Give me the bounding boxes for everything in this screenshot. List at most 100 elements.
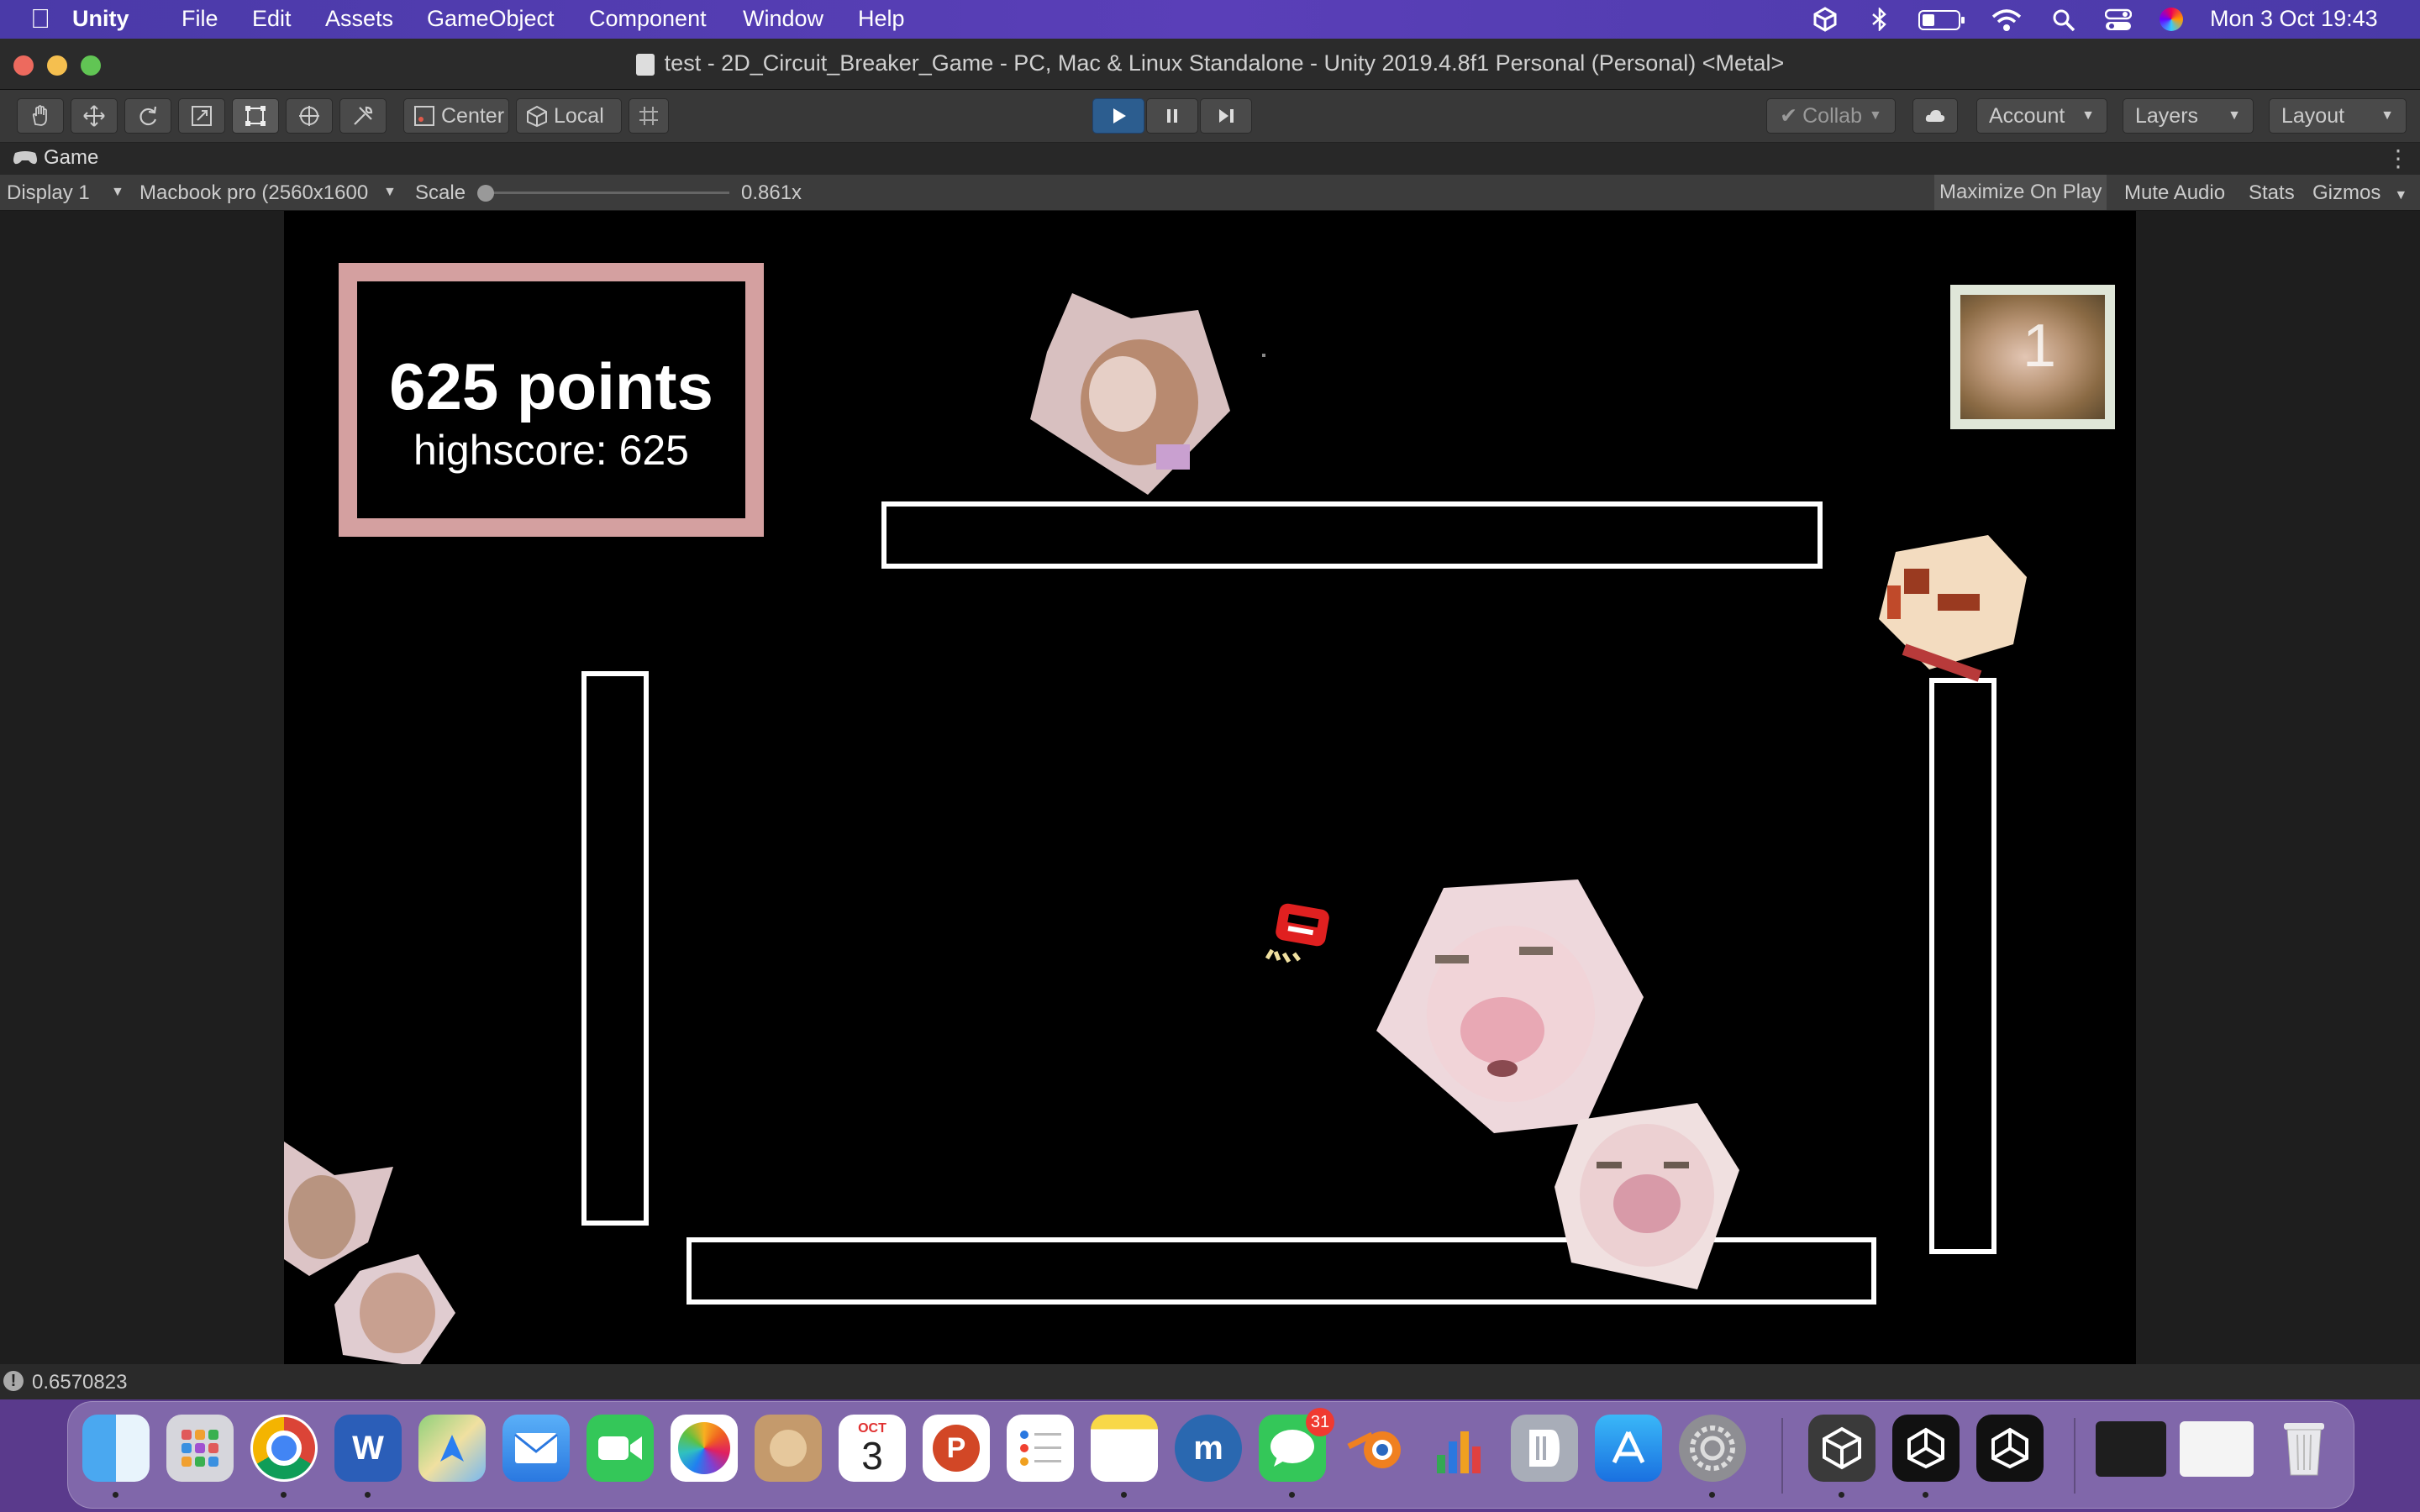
notes-icon[interactable] <box>1091 1415 1158 1482</box>
chrome-icon[interactable] <box>250 1415 318 1482</box>
hand-icon <box>32 105 47 126</box>
cloud-button[interactable] <box>1912 98 1958 134</box>
unity-hub-icon[interactable] <box>1808 1415 1876 1482</box>
pivot-center-button[interactable]: Center <box>403 98 509 134</box>
display-dropdown[interactable]: Display 1 ▼ <box>7 181 124 205</box>
game-view-toolbar: Display 1 ▼ Macbook pro (2560x1600 ▼ Scale… <box>0 175 2420 211</box>
calendar-icon[interactable]: OCT 3 <box>839 1415 906 1482</box>
running-indicator <box>1709 1492 1715 1498</box>
menu-window[interactable]: Window <box>743 6 823 32</box>
menu-gameobject[interactable]: GameObject <box>427 6 555 32</box>
info-icon[interactable]: ! <box>3 1371 24 1391</box>
stats-toggle[interactable]: Stats <box>2249 181 2295 205</box>
transform-tool-button[interactable] <box>286 98 333 134</box>
blender-icon[interactable] <box>1343 1415 1410 1482</box>
pause-button[interactable] <box>1146 98 1198 134</box>
rect-tool-button[interactable] <box>232 98 279 134</box>
unity-icon[interactable] <box>1892 1415 1960 1482</box>
musescore-icon[interactable]: m <box>1175 1415 1242 1482</box>
account-dropdown[interactable]: Account ▼ <box>1976 98 2107 134</box>
numbers-icon[interactable] <box>1427 1415 1494 1482</box>
custom-tool-button[interactable] <box>339 98 387 134</box>
game-canvas[interactable]: 625 points highscore: 625 1 <box>284 211 2136 1367</box>
siri-icon[interactable] <box>2160 8 2183 31</box>
move-tool-button[interactable] <box>71 98 118 134</box>
launchpad-icon[interactable] <box>166 1415 234 1482</box>
menu-assets[interactable]: Assets <box>325 6 393 32</box>
dock-divider <box>1781 1418 1783 1494</box>
layers-dropdown[interactable]: Layers ▼ <box>2123 98 2254 134</box>
running-indicator <box>1923 1492 1928 1498</box>
collab-label: Collab <box>1802 103 1862 128</box>
cloud-icon <box>1925 110 1945 122</box>
unity-icon-2[interactable] <box>1976 1415 2044 1482</box>
battery-icon[interactable] <box>1918 10 1965 30</box>
menu-component[interactable]: Component <box>589 6 707 32</box>
chevron-down-icon: ▼ <box>2381 108 2394 123</box>
facetime-icon[interactable] <box>587 1415 654 1482</box>
menu-file[interactable]: File <box>182 6 218 32</box>
score-text: 625 points <box>389 349 713 423</box>
finder-icon[interactable] <box>82 1415 150 1482</box>
bluetooth-icon[interactable] <box>1870 8 1889 31</box>
collab-dropdown[interactable]: ✔ Collab ▼ <box>1766 98 1896 134</box>
tab-menu-kebab-icon[interactable]: ⋮ <box>2386 144 2410 172</box>
chevron-down-icon: ▼ <box>2228 108 2241 123</box>
hand-tool-button[interactable] <box>17 98 64 134</box>
apple-icon[interactable]:  <box>30 3 50 34</box>
scale-value: 0.861x <box>741 181 802 204</box>
mail-icon[interactable] <box>502 1415 570 1482</box>
settings-icon[interactable] <box>1679 1415 1746 1482</box>
scale-tool-button[interactable] <box>178 98 225 134</box>
gizmos-dropdown[interactable]: Gizmos ▼ <box>2312 181 2407 205</box>
step-icon <box>1219 109 1234 123</box>
wifi-icon[interactable] <box>1991 8 2022 32</box>
appstore-icon[interactable] <box>1595 1415 1662 1482</box>
unity-window: test - 2D_Circuit_Breaker_Game - PC, Mac… <box>0 39 2420 1399</box>
rotate-tool-button[interactable] <box>124 98 171 134</box>
trash-icon[interactable] <box>2270 1415 2338 1482</box>
enemy-face-edge-2 <box>334 1254 455 1367</box>
pivot-local-button[interactable]: Local <box>516 98 622 134</box>
calendar-day: 3 <box>861 1434 883 1478</box>
maps-icon[interactable] <box>418 1415 486 1482</box>
unity-status-icon[interactable] <box>1812 7 1838 32</box>
photos-icon[interactable] <box>671 1415 738 1482</box>
window-thumb-2[interactable] <box>2180 1421 2254 1477</box>
lives-portrait-frame: 1 <box>1950 285 2115 429</box>
tab-game[interactable]: Game <box>12 146 98 170</box>
game-viewport[interactable]: 625 points highscore: 625 1 <box>0 211 2420 1399</box>
menu-datetime[interactable]: Mon 3 Oct 19:43 <box>2210 6 2378 32</box>
resolution-dropdown[interactable]: Macbook pro (2560x1600 ▼ <box>139 181 398 205</box>
status-text[interactable]: 0.6570823 <box>32 1371 127 1394</box>
window-thumb-1[interactable] <box>2096 1421 2166 1477</box>
mute-audio-toggle[interactable]: Mute Audio <box>2124 181 2225 205</box>
reminders-icon[interactable] <box>1007 1415 1074 1482</box>
running-indicator <box>281 1492 287 1498</box>
scale-slider-handle[interactable] <box>477 185 494 202</box>
gamepad-icon <box>13 151 37 165</box>
grid-snap-button[interactable] <box>629 98 669 134</box>
layout-dropdown[interactable]: Layout ▼ <box>2269 98 2407 134</box>
lives-portrait-image: 1 <box>1960 295 2105 419</box>
resolution-label: Macbook pro (2560x1600 <box>139 181 369 204</box>
dashlane-icon[interactable] <box>1511 1415 1578 1482</box>
spotlight-search-icon[interactable] <box>2052 8 2075 32</box>
control-center-icon[interactable] <box>2105 8 2132 32</box>
menu-help[interactable]: Help <box>858 6 905 32</box>
maximize-on-play-toggle[interactable]: Maximize On Play <box>1934 175 2107 210</box>
contacts-icon[interactable] <box>755 1415 822 1482</box>
menu-app-name[interactable]: Unity <box>72 6 129 32</box>
word-icon[interactable]: W <box>334 1415 402 1482</box>
play-button[interactable] <box>1092 98 1144 134</box>
pivot-center-label: Center <box>441 103 505 128</box>
step-button[interactable] <box>1200 98 1252 134</box>
score-panel: 625 points highscore: 625 <box>339 263 764 537</box>
running-indicator <box>365 1492 371 1498</box>
messages-badge: 31 <box>1306 1408 1334 1436</box>
powerpoint-icon[interactable]: P <box>923 1415 990 1482</box>
scale-slider-track[interactable] <box>481 192 729 194</box>
window-title-wrap: test - 2D_Circuit_Breaker_Game - PC, Mac… <box>0 50 2420 76</box>
enemy-dog-graphic <box>1879 535 2027 682</box>
menu-edit[interactable]: Edit <box>252 6 292 32</box>
